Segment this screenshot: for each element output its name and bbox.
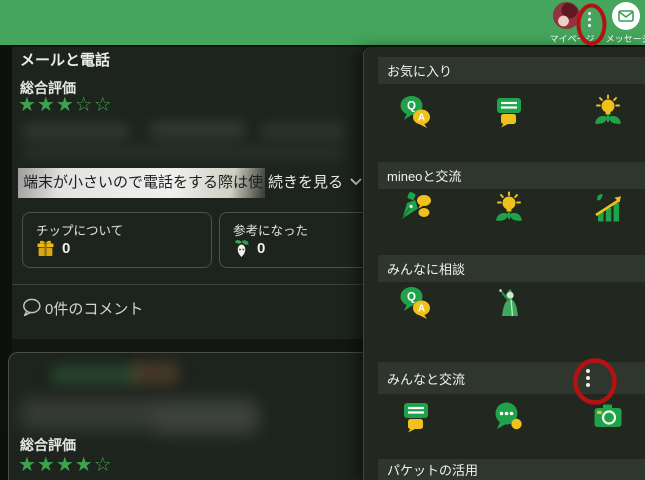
- comment-bubble-icon: [22, 298, 42, 317]
- star-rating: ★★★☆☆: [18, 94, 113, 116]
- messages-label: メッセージ: [603, 32, 645, 45]
- helpful-label: 参考になった: [233, 220, 308, 239]
- svg-text:A: A: [418, 113, 425, 124]
- camera-icon: [590, 399, 626, 435]
- menu-item-qa[interactable]: Q A: [398, 94, 434, 130]
- section-consult: みんなに相談: [378, 255, 645, 282]
- review-card: メールと電話 総合評価 ★★★☆☆ 端末が小さいので電話をする際は使いや 続きを…: [12, 47, 363, 339]
- svg-text:Q: Q: [407, 101, 416, 113]
- helpful-box[interactable]: 参考になった 0: [219, 212, 379, 268]
- blurred-text-placeholder: [150, 121, 245, 139]
- qa-icon: Q A: [398, 94, 434, 130]
- menu-item-idea-farm[interactable]: [590, 94, 626, 130]
- chat-boards-icon: [491, 94, 527, 130]
- review-page: メールと電話 総合評価 ★★★☆☆ 端末が小さいので電話をする際は使いや 続きを…: [0, 46, 363, 480]
- tip-box[interactable]: チップについて 0: [22, 212, 212, 268]
- star-rating-2: ★★★★☆: [18, 454, 113, 476]
- section-exchange: みんなと交流: [378, 362, 645, 394]
- idea-plant-icon: [491, 191, 527, 227]
- idea-plant-icon: [590, 94, 626, 130]
- read-more-button[interactable]: 続きを見る: [268, 171, 362, 192]
- envelope-icon: [618, 10, 634, 22]
- menu-item-chat[interactable]: [491, 399, 527, 435]
- comments-count-label: 0件のコメント: [45, 298, 143, 319]
- exchange-icon-row: [364, 399, 645, 435]
- gift-icon: [36, 239, 55, 258]
- wizard-icon: [491, 285, 527, 321]
- selected-review-text[interactable]: 端末が小さいので電話をする際は使いや: [18, 168, 265, 198]
- blurred-avatar-placeholder: [51, 365, 139, 385]
- menu-item-qa-consult[interactable]: Q A: [398, 285, 434, 321]
- mineo-icon-row: [364, 191, 645, 227]
- menu-item-idea-farm-2[interactable]: [491, 191, 527, 227]
- favorites-icon-row: Q A: [364, 94, 645, 130]
- next-review-card: 総合評価 ★★★★☆: [8, 352, 364, 480]
- menu-item-boards[interactable]: [491, 94, 527, 130]
- header-more-menu-button[interactable]: [588, 12, 592, 30]
- tip-count: 0: [62, 240, 70, 257]
- section-mineo: mineoと交流: [378, 162, 645, 189]
- section-packets: パケットの活用: [378, 459, 645, 480]
- chat-boards-icon: [398, 399, 434, 435]
- menu-item-photos[interactable]: [590, 399, 626, 435]
- menu-item-king-room[interactable]: [491, 285, 527, 321]
- review-title: メールと電話: [20, 49, 110, 70]
- blurred-badge-placeholder: [131, 361, 179, 385]
- qa-icon: Q A: [398, 285, 434, 321]
- comments-row[interactable]: 0件のコメント: [12, 285, 363, 339]
- menu-item-staff-blog[interactable]: [398, 191, 434, 227]
- section-more-menu-button[interactable]: [583, 369, 593, 393]
- tip-label: チップについて: [36, 220, 123, 239]
- user-avatar[interactable]: [553, 2, 580, 29]
- chevron-down-icon: [350, 178, 362, 186]
- blurred-text-placeholder: [260, 123, 345, 139]
- app-header: マイページ メッセージ: [0, 0, 645, 46]
- mypage-label: マイページ: [547, 32, 597, 45]
- blurred-text-placeholder: [24, 144, 344, 160]
- svg-text:A: A: [418, 304, 425, 315]
- radish-mascot-icon: [231, 238, 252, 259]
- menu-item-boards-2[interactable]: [398, 399, 434, 435]
- community-menu-panel: お気に入り Q A: [363, 47, 645, 480]
- messages-button[interactable]: [612, 2, 640, 30]
- pen-blog-icon: [398, 191, 434, 227]
- blurred-text-placeholder: [154, 407, 259, 435]
- menu-item-reports[interactable]: [590, 191, 626, 227]
- section-favorites: お気に入り: [378, 57, 645, 84]
- screen: マイページ メッセージ メールと電話 総合評価 ★★★☆☆ 端末が小さいので電話…: [0, 0, 645, 480]
- blurred-text-placeholder: [24, 123, 129, 139]
- consult-icon-row: Q A: [364, 285, 645, 321]
- round-chat-icon: [491, 399, 527, 435]
- overall-rating-label-2: 総合評価: [20, 435, 76, 455]
- helpful-count: 0: [257, 240, 265, 257]
- read-more-label: 続きを見る: [268, 171, 343, 192]
- chart-growth-icon: [590, 191, 626, 227]
- svg-text:Q: Q: [407, 292, 416, 304]
